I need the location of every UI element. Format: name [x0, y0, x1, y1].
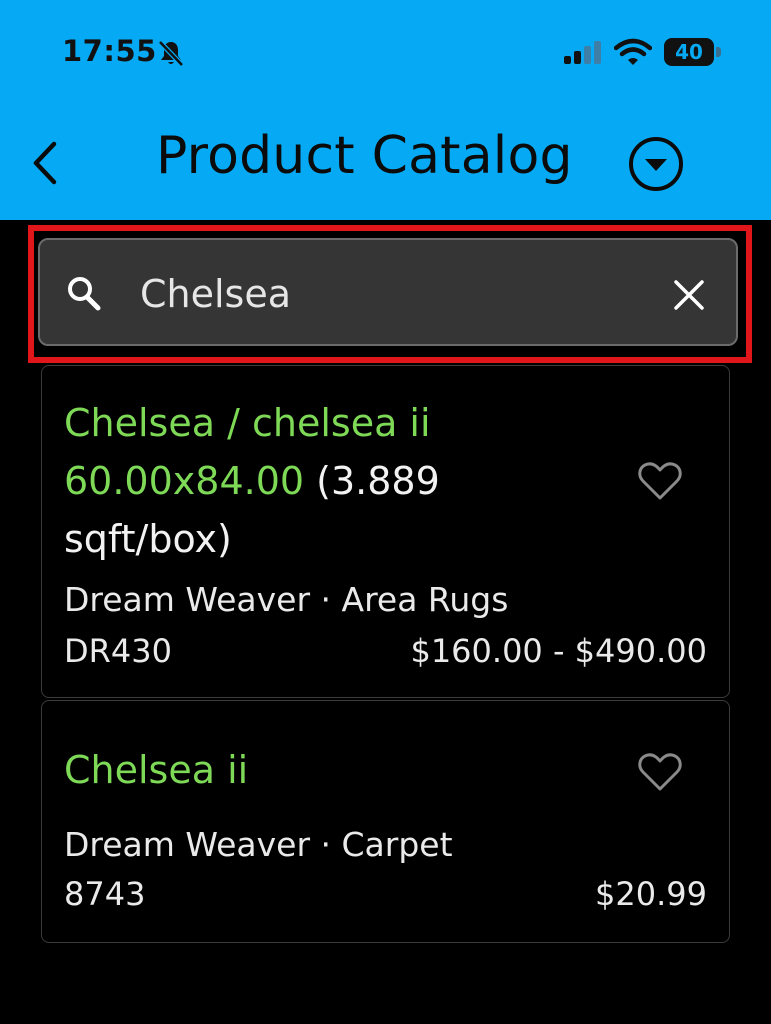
- product-brand-category: Dream Weaver · Area Rugs: [64, 580, 509, 619]
- page-title: Product Catalog: [156, 126, 573, 186]
- search-bar[interactable]: [38, 238, 738, 346]
- product-sku: 8743: [64, 875, 146, 913]
- product-name: Chelsea ii: [64, 748, 249, 792]
- battery-icon: 40: [664, 38, 722, 66]
- product-name: Chelsea / chelsea ii: [64, 401, 431, 445]
- product-price: $20.99: [595, 875, 707, 913]
- product-size: 60.00x84.00: [64, 459, 305, 503]
- product-price: $160.00 - $490.00: [410, 632, 707, 670]
- product-brand-category: Dream Weaver · Carpet: [64, 825, 453, 864]
- product-sku: DR430: [64, 632, 172, 670]
- cell-signal-icon: [564, 41, 601, 64]
- clear-search-icon[interactable]: [670, 276, 708, 314]
- product-title: Chelsea / chelsea ii 60.00x84.00 (3.889 …: [64, 394, 584, 568]
- heart-icon[interactable]: [637, 460, 683, 502]
- status-time: 17:55: [62, 34, 157, 68]
- product-card[interactable]: Chelsea ii Dream Weaver · Carpet 8743 $2…: [41, 700, 730, 943]
- product-title: Chelsea ii: [64, 741, 584, 799]
- search-input[interactable]: [140, 268, 640, 320]
- chevron-down-circle-icon[interactable]: [626, 134, 686, 194]
- search-icon: [68, 277, 101, 311]
- battery-level: 40: [675, 40, 703, 64]
- wifi-icon: [614, 38, 652, 65]
- bell-muted-icon: [158, 40, 184, 67]
- app-header: 17:55 40 Product Catalog: [0, 0, 771, 220]
- product-card[interactable]: Chelsea / chelsea ii 60.00x84.00 (3.889 …: [41, 365, 730, 698]
- back-chevron-icon[interactable]: [24, 136, 68, 190]
- heart-icon[interactable]: [637, 751, 683, 793]
